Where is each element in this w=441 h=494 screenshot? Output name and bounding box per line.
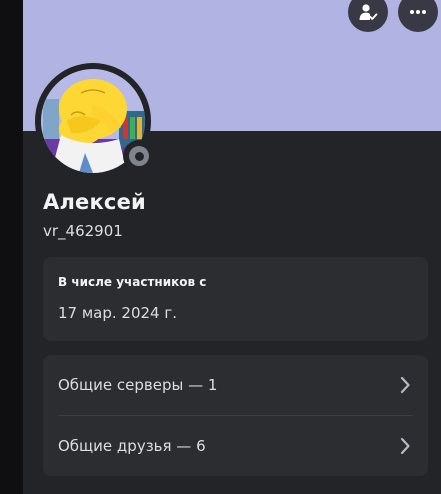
status-indicator bbox=[123, 140, 155, 172]
username: vr_462901 bbox=[43, 222, 123, 240]
mutual-friends-row[interactable]: Общие друзья — 6 bbox=[43, 416, 428, 476]
mutual-servers-row[interactable]: Общие серверы — 1 bbox=[43, 355, 428, 415]
friend-status-button[interactable] bbox=[348, 0, 388, 32]
member-since-title: В числе участников с bbox=[58, 275, 207, 289]
mutual-friends-label: Общие друзья — 6 bbox=[58, 437, 206, 455]
left-rail bbox=[0, 0, 23, 494]
mutual-card: Общие серверы — 1 Общие друзья — 6 bbox=[43, 355, 428, 476]
member-since-card: В числе участников с 17 мар. 2024 г. bbox=[43, 257, 428, 341]
status-dot-inner bbox=[134, 151, 144, 161]
chevron-right-icon bbox=[400, 376, 410, 394]
profile-panel: Алексей vr_462901 В числе участников с 1… bbox=[23, 0, 441, 494]
avatar-ring[interactable] bbox=[35, 63, 155, 179]
display-name: Алексей bbox=[43, 190, 146, 214]
more-horizontal-icon bbox=[410, 10, 426, 14]
member-since-date: 17 мар. 2024 г. bbox=[58, 304, 178, 322]
profile-page: Алексей vr_462901 В числе участников с 1… bbox=[0, 0, 441, 494]
more-options-button[interactable] bbox=[398, 0, 438, 32]
mutual-servers-label: Общие серверы — 1 bbox=[58, 376, 218, 394]
offline-status-icon bbox=[129, 146, 149, 166]
person-check-icon bbox=[359, 4, 378, 20]
chevron-right-icon bbox=[400, 437, 410, 455]
